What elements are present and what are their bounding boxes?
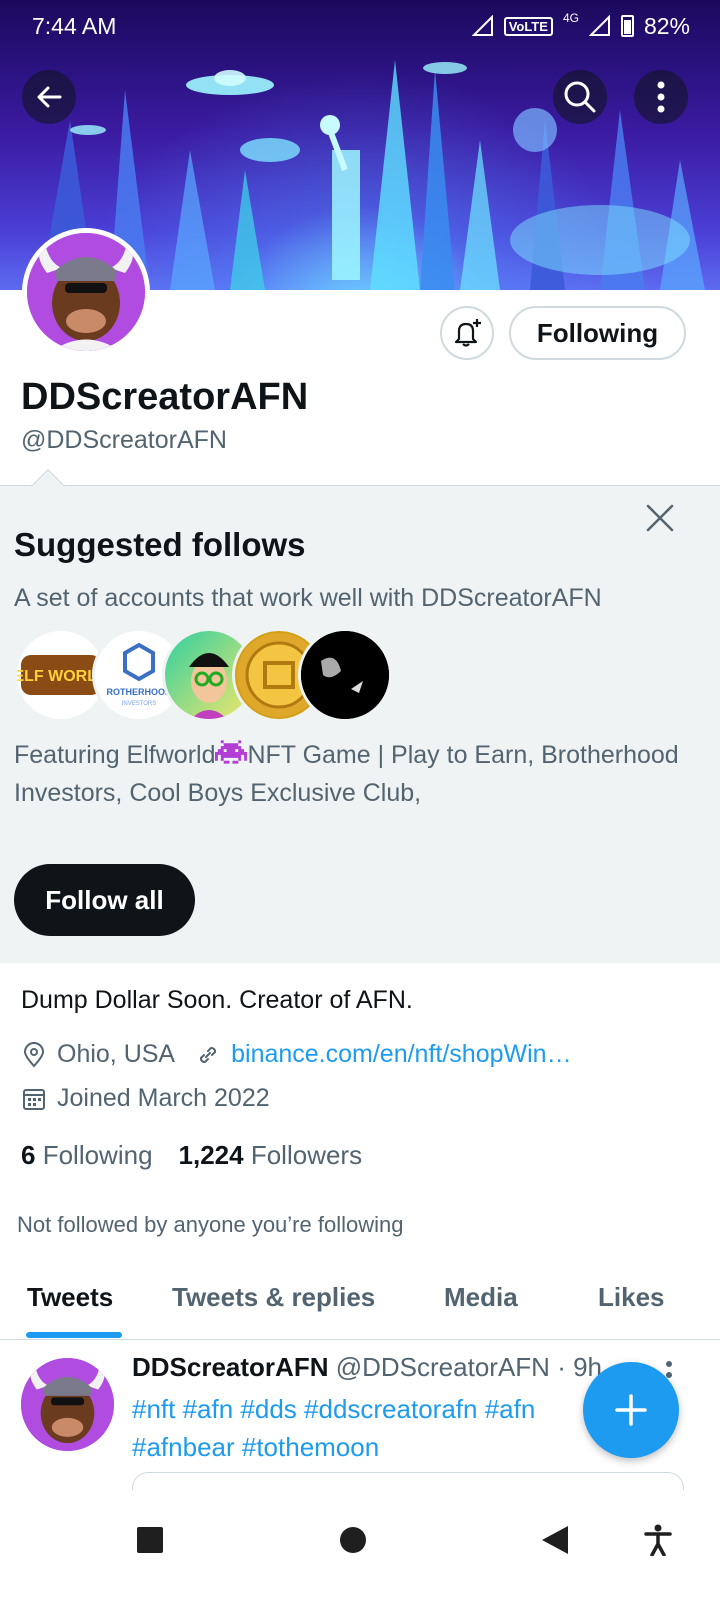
recents-button[interactable] — [120, 1510, 180, 1570]
following-count-label: Following — [42, 1140, 153, 1170]
back-arrow-icon — [37, 86, 62, 108]
profile-meta-location-link: Ohio, USA binance.com/en/nft/shopWin… — [21, 1040, 572, 1069]
bell-plus-icon — [454, 319, 481, 347]
search-icon — [564, 81, 596, 113]
profile-display-name: DDScreatorAFN — [21, 376, 309, 418]
tweet-author-handle: @DDScreatorAFN — [335, 1352, 550, 1382]
profile-avatar[interactable] — [22, 228, 150, 356]
profile-location: Ohio, USA — [57, 1040, 176, 1068]
location-pin-icon — [23, 1041, 45, 1067]
bull-avatar-image — [27, 233, 145, 351]
network-type: 4G — [562, 11, 579, 25]
followers-count-link[interactable]: 1,224 Followers — [179, 1140, 363, 1171]
description-part1: Featuring Elfworld — [14, 741, 216, 769]
status-time: 7:44 AM — [32, 12, 117, 39]
following-button[interactable]: Following — [509, 306, 686, 360]
status-icons: VoLTE 4G 82% — [471, 11, 690, 40]
close-icon — [646, 504, 674, 532]
back-nav-button[interactable] — [525, 1510, 585, 1570]
profile-handle: @DDScreatorAFN — [21, 426, 227, 454]
compose-tweet-button[interactable] — [583, 1362, 679, 1458]
profile-meta-joined: Joined March 2022 — [21, 1084, 270, 1113]
profile-website-link[interactable]: binance.com/en/nft/shopWin… — [231, 1040, 571, 1069]
tweet-text: #nft #afn #dds #ddscreatorafn #afn #afnb… — [132, 1394, 536, 1462]
notifications-button[interactable] — [440, 306, 494, 360]
active-tab-indicator — [26, 1332, 122, 1338]
battery-icon — [620, 15, 634, 37]
back-button[interactable] — [22, 70, 76, 124]
plus-icon — [615, 1394, 647, 1426]
followers-count-label: Followers — [250, 1140, 363, 1170]
not-followed-notice: Not followed by anyone you’re following — [17, 1212, 404, 1237]
tab-tweets[interactable]: Tweets — [27, 1282, 113, 1313]
search-button[interactable] — [553, 70, 607, 124]
signal-strength-icon — [588, 15, 610, 36]
square-icon — [137, 1527, 163, 1553]
signal-icon — [471, 15, 493, 36]
suggested-follows-title: Suggested follows — [14, 526, 306, 563]
accessibility-button[interactable] — [628, 1510, 688, 1570]
suggested-follows-subtitle: A set of accounts that work well with DD… — [14, 584, 602, 612]
circle-icon — [340, 1527, 366, 1553]
profile-bio: Dump Dollar Soon. Creator of AFN. — [21, 986, 413, 1014]
link-icon — [200, 1046, 217, 1063]
brotherhood-logo-text: ROTHERHOOD — [107, 687, 173, 697]
space-invader-icon — [215, 740, 248, 764]
calendar-icon — [23, 1088, 45, 1110]
tab-tweets-replies[interactable]: Tweets & replies — [172, 1282, 375, 1313]
tweet-avatar[interactable] — [21, 1358, 114, 1451]
home-button[interactable] — [323, 1510, 383, 1570]
status-bar: 7:44 AM VoLTE 4G 82% — [0, 0, 720, 52]
profile-tabs: Tweets Tweets & replies Media Likes — [0, 1264, 720, 1340]
profile-joined-date: Joined March 2022 — [57, 1084, 270, 1112]
accessibility-icon — [644, 1524, 672, 1556]
dismiss-suggestions-button[interactable] — [644, 502, 676, 534]
bull-avatar-image — [21, 1358, 114, 1451]
battery-level: 82% — [643, 12, 690, 39]
suggested-follows-description: Featuring Elfworld NFT Game | Play to Ear… — [14, 736, 704, 812]
follow-all-button[interactable]: Follow all — [14, 864, 195, 936]
suggested-avatars[interactable]: ELF WORLD ROTHERHOOD INVESTORS — [14, 628, 394, 722]
follow-counts: 6 Following 1,224 Followers — [21, 1140, 362, 1171]
suggested-avatar-dark[interactable] — [298, 628, 392, 722]
following-count: 6 — [21, 1140, 36, 1170]
following-count-link[interactable]: 6 Following — [21, 1140, 153, 1171]
triangle-back-icon — [542, 1526, 568, 1554]
tab-likes[interactable]: Likes — [598, 1282, 665, 1313]
tab-media[interactable]: Media — [444, 1282, 518, 1313]
more-button[interactable] — [634, 70, 688, 124]
more-vertical-icon — [657, 81, 665, 113]
followers-count: 1,224 — [178, 1140, 244, 1170]
dark-logo — [301, 631, 389, 719]
tweet-author-name[interactable]: DDScreatorAFN — [132, 1352, 329, 1382]
volte-badge: VoLTE — [503, 16, 553, 36]
brotherhood-logo-subtext: INVESTORS — [122, 701, 157, 707]
